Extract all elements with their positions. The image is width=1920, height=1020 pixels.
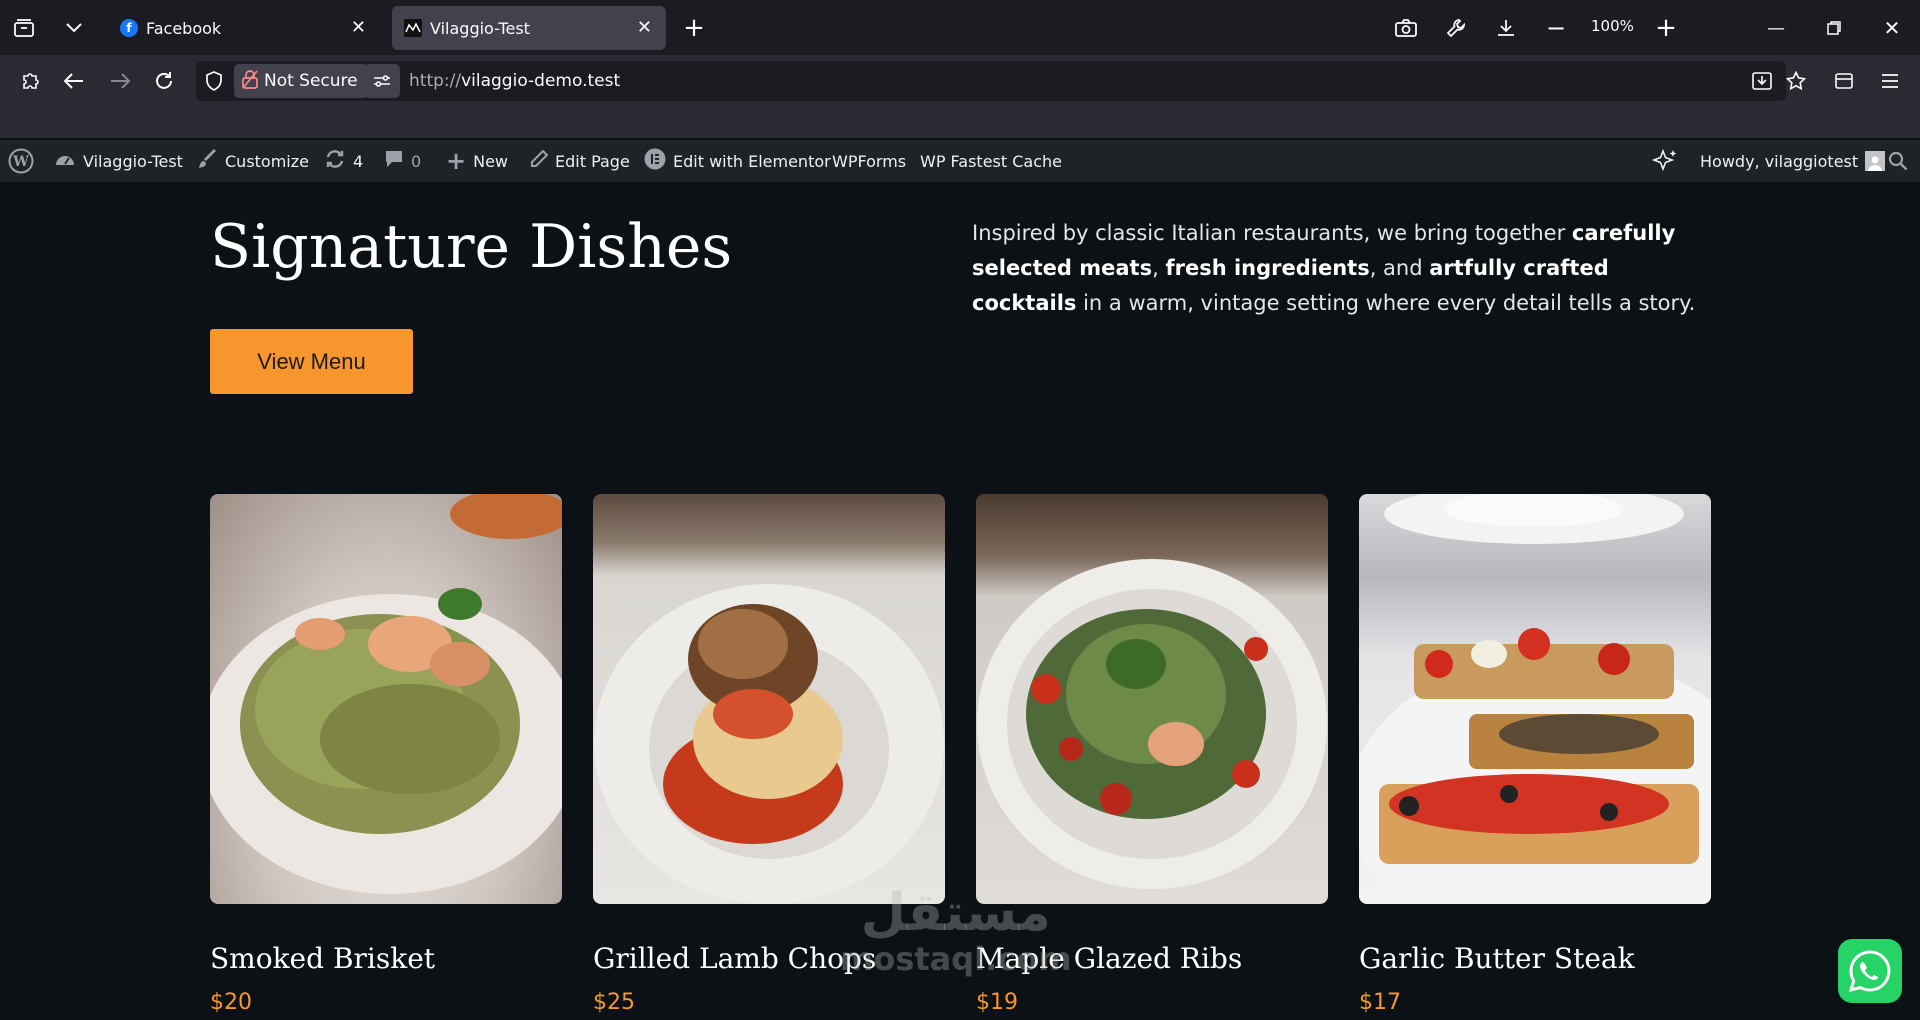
dish-photo[interactable] bbox=[593, 494, 945, 904]
wp-wpforms[interactable]: WPForms bbox=[832, 140, 906, 182]
minimize-icon[interactable]: — bbox=[1762, 14, 1790, 42]
wp-search-icon[interactable] bbox=[1888, 140, 1908, 182]
svg-text:W: W bbox=[12, 154, 29, 170]
dish-photo[interactable] bbox=[976, 494, 1328, 904]
dish-card[interactable]: Garlic Butter Steak $17 bbox=[1359, 494, 1711, 1015]
tab-title: Vilaggio-Test bbox=[430, 18, 530, 38]
security-indicator[interactable]: Not Secure bbox=[234, 64, 368, 98]
insecure-lock-icon bbox=[242, 69, 258, 94]
reload-icon[interactable] bbox=[150, 67, 178, 95]
dish-photo[interactable] bbox=[1359, 494, 1711, 904]
comment-icon bbox=[384, 149, 404, 174]
elementor-icon bbox=[644, 148, 666, 175]
zoom-out-icon[interactable]: − bbox=[1542, 14, 1570, 42]
security-label: Not Secure bbox=[264, 71, 358, 91]
view-menu-button[interactable]: View Menu bbox=[210, 329, 413, 394]
dish-name: Smoked Brisket bbox=[210, 942, 436, 975]
whatsapp-icon bbox=[1848, 950, 1891, 993]
wp-site-name[interactable]: Vilaggio-Test bbox=[54, 140, 183, 182]
dish-card[interactable]: Maple Glazed Ribs $19 bbox=[976, 494, 1328, 1015]
dish-price: $20 bbox=[210, 990, 252, 1015]
menu-icon[interactable] bbox=[1876, 67, 1904, 95]
avatar bbox=[1865, 151, 1886, 171]
zoom-in-icon[interactable]: + bbox=[1652, 13, 1680, 43]
dish-price: $17 bbox=[1359, 990, 1401, 1015]
dish-price: $25 bbox=[593, 990, 635, 1015]
bookmark-star-icon[interactable] bbox=[1782, 67, 1810, 95]
extensions-icon[interactable] bbox=[16, 67, 44, 95]
close-icon[interactable]: ✕ bbox=[351, 17, 366, 38]
new-tab-icon[interactable]: + bbox=[680, 13, 708, 43]
back-icon[interactable] bbox=[60, 67, 88, 95]
url-protocol: http:// bbox=[409, 71, 462, 91]
dish-name: Grilled Lamb Chops bbox=[593, 942, 877, 975]
browser-tab-bar: f Facebook ✕ Vilaggio-Test ✕ + − 100% + … bbox=[0, 0, 1920, 55]
wp-fastest-cache[interactable]: WP Fastest Cache bbox=[920, 140, 1062, 182]
fastest-cache-label: WP Fastest Cache bbox=[920, 151, 1062, 171]
dish-name: Garlic Butter Steak bbox=[1359, 942, 1635, 975]
forward-icon[interactable] bbox=[106, 67, 134, 95]
url-text[interactable]: http://vilaggio-demo.test bbox=[409, 71, 620, 91]
close-window-icon[interactable]: ✕ bbox=[1878, 14, 1906, 42]
site-name-label: Vilaggio-Test bbox=[83, 151, 183, 171]
restore-icon[interactable] bbox=[1820, 14, 1848, 42]
intro-highlight: fresh ingredients bbox=[1165, 256, 1370, 280]
permissions-icon[interactable] bbox=[364, 64, 400, 98]
intro-part: , bbox=[1152, 256, 1166, 280]
wrench-icon[interactable] bbox=[1442, 14, 1470, 42]
save-to-pocket-icon[interactable] bbox=[1748, 67, 1776, 95]
brush-icon bbox=[198, 148, 218, 174]
new-label: New bbox=[473, 151, 509, 171]
close-icon[interactable]: ✕ bbox=[637, 17, 652, 38]
pencil-icon bbox=[530, 149, 549, 173]
sidebar-icon[interactable] bbox=[1830, 67, 1858, 95]
dish-card[interactable]: Grilled Lamb Chops $25 bbox=[593, 494, 945, 1015]
wp-logo-icon[interactable]: W bbox=[8, 140, 34, 182]
plus-icon: + bbox=[446, 147, 467, 175]
wp-edit-elementor[interactable]: Edit with Elementor bbox=[644, 140, 831, 182]
ai-sparkle-icon[interactable] bbox=[1652, 140, 1678, 182]
wp-comments[interactable]: 0 bbox=[384, 140, 421, 182]
customize-label: Customize bbox=[225, 151, 309, 171]
watermark-latin: mostaql.com bbox=[840, 940, 1072, 978]
wp-account[interactable]: Howdy, vilaggiotest bbox=[1700, 140, 1886, 182]
tab-vilaggio[interactable]: Vilaggio-Test ✕ bbox=[392, 6, 666, 50]
zoom-level[interactable]: 100% bbox=[1591, 17, 1634, 35]
download-icon[interactable] bbox=[1492, 14, 1520, 42]
wp-updates[interactable]: 4 bbox=[324, 140, 363, 182]
page-title: Signature Dishes bbox=[210, 212, 733, 282]
howdy-label: Howdy, vilaggiotest bbox=[1700, 151, 1859, 171]
url-host: vilaggio-demo.test bbox=[461, 71, 621, 91]
updates-icon bbox=[324, 149, 346, 174]
wp-new[interactable]: + New bbox=[446, 140, 508, 182]
list-all-tabs-icon[interactable] bbox=[60, 14, 88, 42]
site-icon bbox=[404, 19, 422, 37]
wp-customize[interactable]: Customize bbox=[198, 140, 309, 182]
watermark-logo: مستقل mostaql.com bbox=[840, 883, 1072, 982]
dish-card[interactable]: Smoked Brisket $20 bbox=[210, 494, 562, 1015]
comments-count: 0 bbox=[411, 151, 422, 171]
whatsapp-button[interactable] bbox=[1838, 939, 1902, 1003]
watermark-arabic: مستقل bbox=[860, 883, 1051, 943]
tab-title: Facebook bbox=[146, 18, 222, 38]
wpforms-label: WPForms bbox=[832, 151, 907, 171]
dish-photo[interactable] bbox=[210, 494, 562, 904]
intro-part: in a warm, vintage setting where every d… bbox=[1076, 291, 1696, 315]
dish-price: $19 bbox=[976, 990, 1018, 1015]
updates-count: 4 bbox=[353, 151, 364, 171]
tab-manager-icon[interactable] bbox=[10, 14, 38, 42]
edit-elementor-label: Edit with Elementor bbox=[673, 151, 831, 171]
dashboard-icon bbox=[54, 150, 76, 173]
intro-text: Inspired by classic Italian restaurants,… bbox=[972, 216, 1712, 321]
shield-icon[interactable] bbox=[200, 67, 228, 95]
wp-edit-page[interactable]: Edit Page bbox=[530, 140, 630, 182]
tab-facebook[interactable]: f Facebook ✕ bbox=[108, 6, 380, 50]
edit-page-label: Edit Page bbox=[555, 151, 630, 171]
screenshot-icon[interactable] bbox=[1392, 14, 1420, 42]
intro-part: , and bbox=[1369, 256, 1430, 280]
facebook-icon: f bbox=[120, 19, 138, 37]
intro-part: Inspired by classic Italian restaurants,… bbox=[972, 221, 1572, 245]
